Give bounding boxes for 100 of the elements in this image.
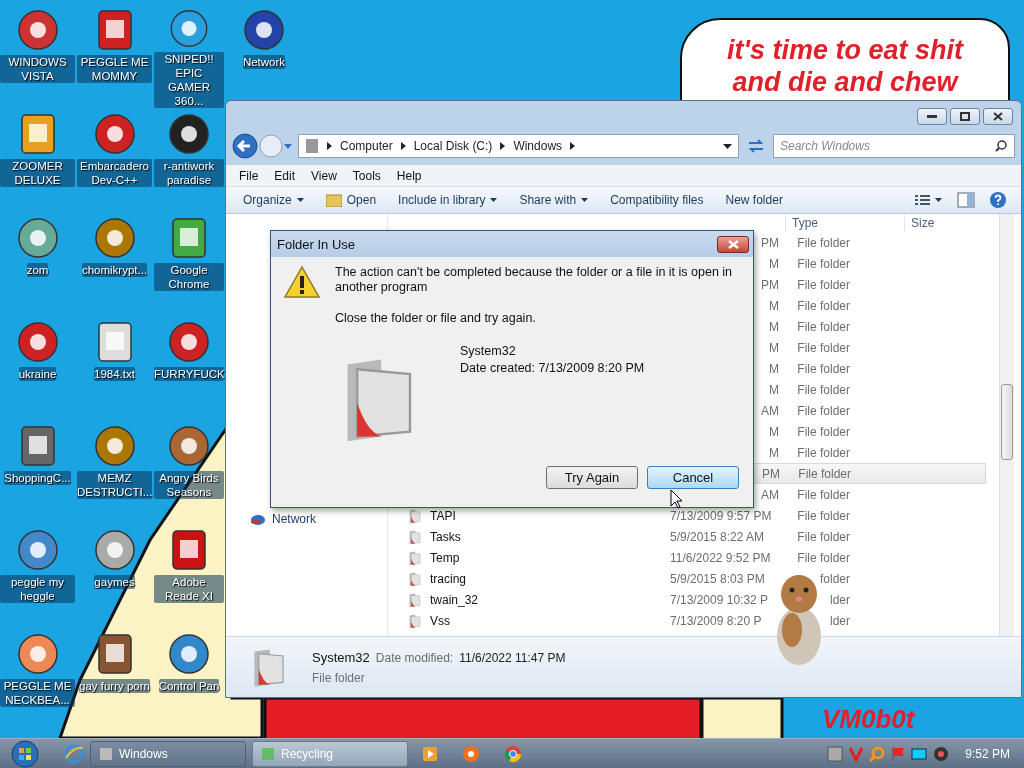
file-name: twain_32 [430,592,479,607]
icon-label[interactable]: SNIPED!! EPIC GAMER 360... [154,52,224,108]
folder-icon [408,549,424,566]
program-icon[interactable] [92,112,137,156]
item-date: Date created: 7/13/2009 8:20 PM [460,361,645,376]
icon-label[interactable]: Adobe Reade XI [154,575,224,603]
program-icon[interactable] [15,320,60,364]
wallpaper-text: it's time to eat shit [727,34,963,66]
file-row[interactable]: Tasks 5/9/2015 8:22 AM File folder [388,526,1021,547]
breadcrumb[interactable]: Windows [513,139,563,153]
type-cell-text: File folder [796,424,850,439]
clock[interactable]: 9:52 PM [965,746,1010,761]
icon-label[interactable]: ukraine [18,367,57,381]
icon-label[interactable]: 1984.txt [94,367,135,381]
file-row[interactable]: Temp 11/6/2022 9:52 PM File folder [388,547,1021,568]
view-options-icon[interactable] [915,194,943,206]
caret-icon[interactable] [284,143,292,149]
breadcrumb[interactable]: Local Disk (C:) [413,139,493,153]
dialog-title: Folder In Use [277,236,356,252]
chevron-icon[interactable] [327,142,332,150]
toolbar-button[interactable]: Organize [234,190,313,210]
help-icon[interactable] [989,191,1007,209]
browser-icon[interactable] [64,743,84,764]
program-icon[interactable] [92,216,137,260]
scroll-thumb[interactable] [1001,384,1013,460]
breadcrumb[interactable]: Computer [340,139,393,153]
program-icon[interactable] [15,528,60,572]
icon-label[interactable]: PEGGLE ME NECKBEA... [0,679,75,707]
file-row[interactable]: tracing 5/9/2015 8:03 PM folder [388,568,1021,589]
chevron-icon[interactable] [500,142,506,150]
search-field[interactable]: Search Windows [773,134,1015,158]
file-row[interactable]: twain_32 7/13/2009 10:32 P lder [388,589,1021,610]
close-button[interactable] [983,108,1013,125]
date-cell: M [769,424,779,439]
program-icon[interactable] [167,632,211,676]
tray-icon[interactable] [827,745,844,762]
file-row[interactable]: TAPI 7/13/2009 9:57 PM File folder [388,505,1021,526]
menu-item[interactable]: View [304,166,344,185]
app-icon[interactable] [462,744,480,763]
taskbar-button[interactable]: Windows [90,740,246,767]
type-cell-text: File folder [796,361,850,376]
icon-label[interactable]: r-antiwork paradise [154,159,224,187]
date-cell: PM [761,277,779,292]
start-button[interactable] [8,739,42,768]
chevron-icon[interactable] [400,142,406,150]
menu-item[interactable]: File [232,166,266,185]
maximize-button[interactable] [950,108,980,125]
toolbar-button[interactable]: Include in library [389,190,507,210]
icon-label[interactable]: zom [26,263,49,277]
icon-label[interactable]: WINDOWS VISTA [0,55,75,83]
program-icon[interactable] [15,632,60,676]
icon-label[interactable]: Google Chrome [154,263,224,291]
icon-label[interactable]: Embarcadero Dev-C++ [77,159,152,187]
close-button[interactable] [717,235,749,253]
dialog-button[interactable]: Cancel [647,466,739,489]
monitor-icon[interactable] [911,745,928,762]
icon-label[interactable]: PEGGLE ME MOMMY [77,55,152,83]
file-row[interactable]: Vss 7/13/2009 8:20 P lder [388,610,1021,631]
browser-icon[interactable] [504,744,522,763]
icon-label[interactable]: ShoppingC... [4,471,71,485]
type-cell-text: File folder [796,382,850,397]
icon-label[interactable]: ZOOMER DELUXE [0,159,75,187]
nav-item[interactable]: Network [272,512,316,526]
toolbar-button[interactable]: Share with [510,190,598,210]
icon-label[interactable]: chomikrypt... [81,263,148,277]
toolbar-button[interactable]: Compatibility files [601,190,713,210]
program-icon[interactable] [167,112,211,156]
program-icon[interactable] [15,8,60,52]
date-cell: M [769,319,779,334]
program-icon[interactable] [167,320,211,364]
media-player-icon[interactable] [422,745,438,762]
icon-label[interactable]: gaymes [94,575,135,589]
toolbar-button[interactable]: Open [316,190,386,210]
column-header[interactable]: Type [785,214,904,232]
back-button[interactable] [232,133,258,159]
scrollbar[interactable] [999,214,1014,636]
speaker-icon[interactable] [933,745,950,762]
address-bar[interactable]: Computer Local Disk (C:) Windows [298,134,739,158]
program-icon[interactable] [15,216,60,260]
program-icon[interactable] [242,8,286,52]
icon-label[interactable]: Control Pan [158,679,220,693]
dropdown-icon[interactable] [723,143,732,149]
icon-label[interactable]: FURRYFUCK [154,367,224,381]
program-icon[interactable] [167,424,211,468]
icon-label[interactable]: gay furry porn [79,679,150,693]
dialog-message: The action can't be completed because the folder or a file in it is open in another program [335,265,734,295]
menu-item[interactable]: Help [389,166,429,185]
file-name: Temp [430,550,460,565]
icon-label[interactable]: peggle my heggle [0,575,75,603]
program-icon[interactable] [92,528,137,572]
program-icon[interactable] [92,424,137,468]
toolbar-button[interactable]: New folder [716,190,792,210]
minimize-button[interactable] [917,108,947,125]
menu-item[interactable]: Edit [267,166,303,185]
chevron-icon[interactable] [570,142,576,150]
icon-label[interactable]: MEMZ DESTRUCTI... [77,471,152,499]
icon-label[interactable]: Network [242,55,286,69]
menu-item[interactable]: Tools [345,166,388,185]
dialog-button[interactable]: Try Again [546,466,638,489]
file-name: TAPI [430,508,456,523]
